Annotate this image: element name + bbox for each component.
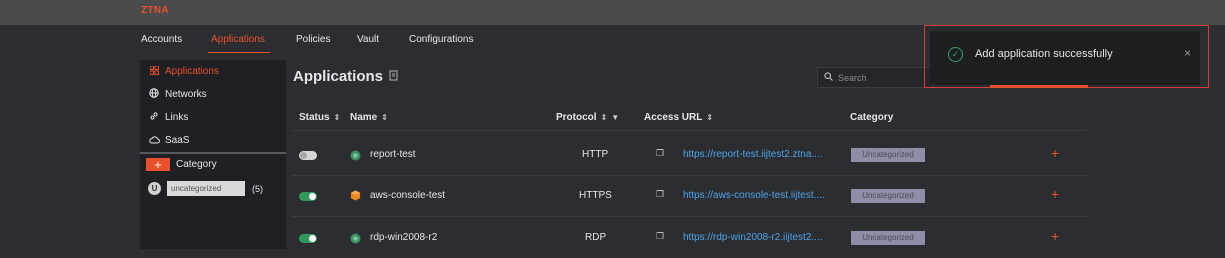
table-row: rdp-win2008-r2 RDP ❐ https://rdp-win2008… bbox=[292, 217, 1087, 258]
app-protocol: HTTP bbox=[582, 149, 609, 160]
column-header-category: Category bbox=[850, 112, 894, 123]
orange-cube-icon bbox=[350, 190, 361, 201]
copy-icon[interactable]: ❐ bbox=[656, 231, 664, 242]
link-icon bbox=[148, 111, 160, 123]
sort-icon[interactable]: ⇕ bbox=[381, 113, 388, 122]
sidebar-item-applications[interactable]: Applications bbox=[140, 60, 286, 82]
green-circle-icon bbox=[350, 150, 361, 161]
access-url-link[interactable]: https://rdp-win2008-r2.iijtest2.... bbox=[683, 232, 823, 243]
category-header: + Category bbox=[146, 157, 217, 172]
status-toggle[interactable] bbox=[299, 192, 317, 201]
green-circle-icon bbox=[350, 233, 361, 244]
nav-policies[interactable]: Policies bbox=[296, 34, 330, 45]
add-category-to-row-button[interactable]: + bbox=[1051, 228, 1059, 244]
app-name[interactable]: aws-console-test bbox=[370, 190, 445, 201]
sidebar-item-links[interactable]: Links bbox=[140, 106, 286, 128]
page-title-text: Applications bbox=[293, 68, 384, 85]
brand-logo: ZTNA bbox=[141, 5, 169, 16]
search-placeholder: Search bbox=[838, 72, 867, 83]
app-protocol: RDP bbox=[585, 232, 607, 243]
close-icon[interactable]: × bbox=[1184, 46, 1191, 60]
category-name-field[interactable]: uncategorized bbox=[167, 181, 245, 196]
sidebar-item-networks[interactable]: Networks bbox=[140, 83, 286, 105]
app-name[interactable]: report-test bbox=[370, 149, 416, 160]
status-toggle[interactable] bbox=[299, 151, 317, 160]
toast-progress-bar bbox=[990, 85, 1088, 88]
access-url-link[interactable]: https://aws-console-test.iijtest.... bbox=[683, 190, 825, 201]
add-category-to-row-button[interactable]: + bbox=[1051, 145, 1059, 161]
cloud-icon bbox=[148, 135, 160, 146]
category-badge: Uncategorized bbox=[851, 231, 925, 245]
column-header-protocol[interactable]: Protocol ⇕ ▼ bbox=[556, 112, 619, 123]
category-badge: Uncategorized bbox=[851, 148, 925, 162]
sidebar-item-label: Links bbox=[165, 111, 189, 123]
copy-icon[interactable]: ❐ bbox=[656, 189, 664, 200]
sidebar-item-label: SaaS bbox=[165, 134, 190, 146]
sort-icon[interactable]: ⇕ bbox=[601, 113, 608, 122]
access-url-link[interactable]: https://report-test.iijtest2.ztna.... bbox=[683, 149, 823, 160]
grid-icon bbox=[148, 65, 160, 77]
nav-accounts[interactable]: Accounts bbox=[141, 34, 182, 45]
category-label: Category bbox=[176, 159, 217, 170]
search-icon bbox=[824, 72, 833, 83]
check-circle-icon: ✓ bbox=[948, 47, 963, 62]
toast-highlight-frame: ✓ Add application successfully × bbox=[924, 25, 1209, 88]
column-header-access-url[interactable]: Access URL ⇕ bbox=[644, 112, 713, 123]
globe-icon bbox=[148, 88, 160, 100]
sort-icon[interactable]: ⇕ bbox=[334, 113, 341, 122]
success-toast: ✓ Add application successfully × bbox=[930, 31, 1200, 88]
column-header-status[interactable]: Status ⇕ bbox=[299, 112, 340, 123]
filter-icon[interactable]: ▼ bbox=[611, 113, 619, 122]
search-input[interactable]: Search bbox=[817, 67, 933, 88]
sort-icon[interactable]: ⇕ bbox=[706, 113, 713, 122]
nav-configurations[interactable]: Configurations bbox=[409, 34, 473, 45]
top-bar: ZTNA bbox=[0, 0, 1225, 25]
sidebar-divider bbox=[140, 152, 286, 154]
table-row: aws-console-test HTTPS ❐ https://aws-con… bbox=[292, 176, 1087, 217]
column-header-name[interactable]: Name ⇕ bbox=[350, 112, 388, 123]
nav-applications[interactable]: Applications bbox=[211, 34, 265, 45]
page-title: Applications bbox=[293, 68, 399, 85]
info-doc-icon[interactable] bbox=[389, 70, 399, 84]
nav-vault[interactable]: Vault bbox=[357, 34, 379, 45]
nav-active-underline bbox=[208, 52, 270, 53]
add-category-to-row-button[interactable]: + bbox=[1051, 186, 1059, 202]
category-avatar: U bbox=[148, 182, 161, 195]
sidebar-item-label: Applications bbox=[165, 65, 219, 77]
sidebar-item-label: Networks bbox=[165, 88, 207, 100]
category-item: U uncategorized (5) bbox=[148, 181, 263, 196]
status-toggle[interactable] bbox=[299, 234, 317, 243]
toast-message: Add application successfully bbox=[975, 48, 1113, 60]
category-count: (5) bbox=[252, 183, 263, 194]
sidebar: Applications Networks Links SaaS bbox=[140, 60, 286, 249]
table-header: Status ⇕ Name ⇕ Protocol ⇕ ▼ Access URL ⇕ Cat… bbox=[292, 105, 1087, 131]
sidebar-item-saas[interactable]: SaaS bbox=[140, 129, 286, 151]
app-name[interactable]: rdp-win2008-r2 bbox=[370, 232, 437, 243]
app-protocol: HTTPS bbox=[579, 190, 612, 201]
copy-icon[interactable]: ❐ bbox=[656, 148, 664, 159]
add-category-button[interactable]: + bbox=[146, 158, 170, 171]
table-row: report-test HTTP ❐ https://report-test.i… bbox=[292, 135, 1087, 176]
category-badge: Uncategorized bbox=[851, 189, 925, 203]
